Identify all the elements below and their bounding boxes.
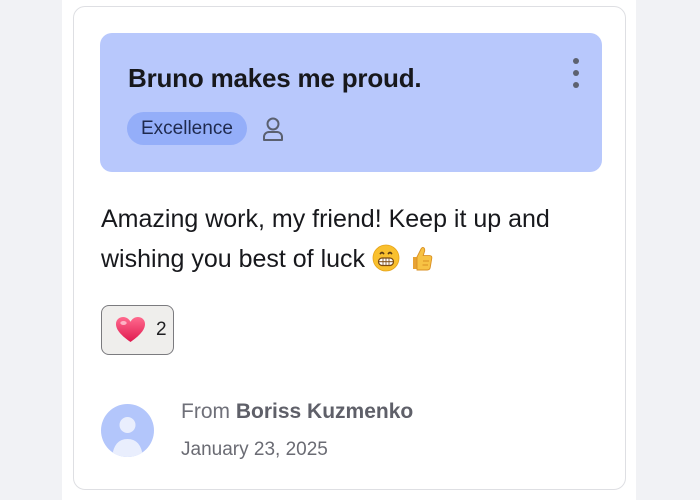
kudos-header: Bruno makes me proud. Excellence bbox=[100, 33, 602, 172]
value-tag: Excellence bbox=[127, 112, 247, 145]
from-label: From bbox=[181, 400, 230, 423]
sender-line: From Boriss Kuzmenko bbox=[181, 400, 413, 424]
sender-name[interactable]: Boriss Kuzmenko bbox=[236, 400, 413, 423]
avatar-placeholder-icon bbox=[112, 417, 143, 457]
tag-row: Excellence bbox=[127, 112, 285, 145]
person-icon bbox=[262, 117, 283, 141]
heart-reaction-button[interactable]: 2 bbox=[101, 305, 174, 355]
message-text: Amazing work, my friend! Keep it up and … bbox=[101, 205, 550, 273]
grinning-face-icon bbox=[372, 244, 400, 272]
avatar[interactable] bbox=[101, 404, 154, 457]
post-date: January 23, 2025 bbox=[181, 439, 328, 460]
reaction-count: 2 bbox=[156, 319, 167, 340]
more-options-icon[interactable] bbox=[566, 58, 586, 90]
heart-icon bbox=[116, 317, 145, 342]
kudos-message: Amazing work, my friend! Keep it up and … bbox=[101, 199, 601, 279]
thumbs-up-icon bbox=[412, 246, 433, 271]
kudos-card: Bruno makes me proud. Excellence Amazing… bbox=[73, 6, 626, 490]
kudos-title: Bruno makes me proud. bbox=[128, 63, 422, 93]
